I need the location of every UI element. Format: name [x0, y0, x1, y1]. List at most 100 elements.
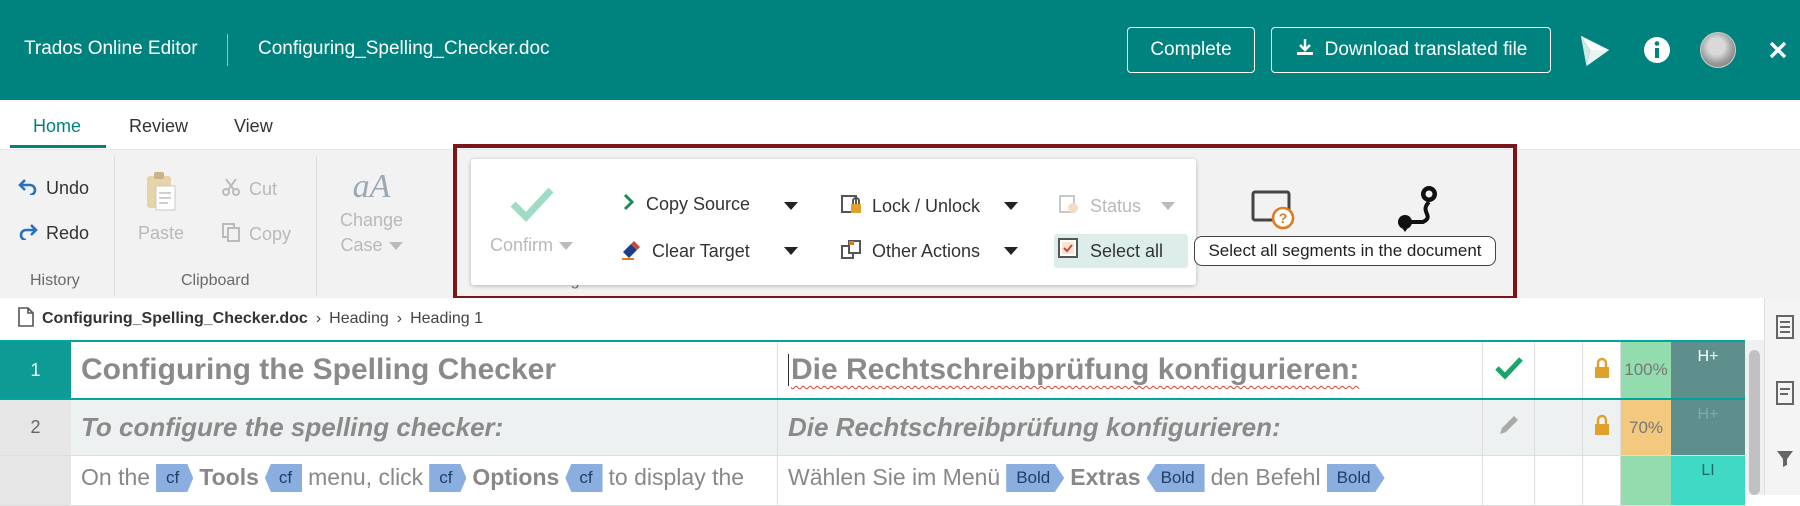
breadcrumb-level1[interactable]: Heading: [329, 310, 389, 328]
select-all-tooltip: Select all segments in the document: [1194, 236, 1496, 266]
copy-button[interactable]: Copy: [221, 222, 291, 247]
chevron-right-icon: ›: [315, 310, 322, 327]
tag-close[interactable]: cf: [565, 464, 603, 492]
lock-document-icon: [840, 193, 862, 220]
tag-open[interactable]: Bold: [1326, 464, 1385, 492]
confirm-button[interactable]: Confirm: [490, 186, 574, 256]
select-all-icon: [1058, 238, 1080, 265]
breadcrumb-document[interactable]: Configuring_Spelling_Checker.doc: [42, 310, 308, 328]
download-translated-file-button[interactable]: Download translated file: [1271, 27, 1551, 73]
chevron-down-icon: [388, 241, 403, 250]
tag-open[interactable]: Bold: [1006, 464, 1065, 492]
select-all-button[interactable]: Select all: [1058, 238, 1163, 265]
scissors-icon: [221, 177, 241, 202]
select-all-label: Select all: [1090, 241, 1164, 261]
lock-icon: [1593, 414, 1611, 441]
breadcrumb-level2[interactable]: Heading 1: [410, 310, 483, 328]
change-case-label-line1: Change: [340, 210, 404, 230]
table-row[interactable]: 2 To configure the spelling checker: Die…: [0, 400, 1745, 456]
close-icon[interactable]: [1760, 32, 1796, 68]
user-avatar[interactable]: [1700, 32, 1736, 68]
copy-source-button[interactable]: Copy Source: [622, 193, 750, 216]
status-button[interactable]: Status: [1058, 193, 1141, 220]
tag-close[interactable]: cf: [264, 464, 303, 492]
chevron-right-icon: ›: [396, 310, 403, 327]
info-icon[interactable]: [1639, 32, 1675, 68]
lock-unlock-button[interactable]: Lock / Unlock: [840, 193, 980, 220]
other-actions-button[interactable]: Other Actions: [840, 238, 980, 265]
document-list-icon[interactable]: [1775, 314, 1795, 345]
origin-badge: H+: [1671, 342, 1745, 398]
other-actions-dropdown-icon[interactable]: [1004, 247, 1018, 255]
origin-badge: H+: [1671, 400, 1745, 455]
pencil-icon: [1497, 413, 1521, 442]
history-group-label: History: [30, 272, 80, 289]
segment-grid: 1 Configuring the Spelling Checker Die R…: [0, 340, 1764, 506]
filter-icon[interactable]: [1775, 448, 1795, 473]
table-row[interactable]: 1 Configuring the Spelling Checker Die R…: [0, 340, 1745, 400]
undo-icon: [18, 177, 38, 200]
target-cell[interactable]: Die Rechtschreibprüfung konfigurieren:: [778, 400, 1483, 455]
status-icon: [1058, 193, 1080, 220]
segment-number: 2: [0, 400, 71, 455]
redo-icon: [18, 222, 38, 245]
source-text: Tools: [199, 464, 259, 490]
checkmark-icon: [510, 186, 554, 227]
clear-target-dropdown-icon[interactable]: [784, 247, 798, 255]
complete-button[interactable]: Complete: [1127, 27, 1255, 73]
tab-home[interactable]: Home: [33, 116, 81, 137]
lock-cell: [1583, 342, 1621, 398]
active-tab-indicator: [10, 145, 106, 148]
source-text: Options: [472, 464, 560, 490]
chevron-down-icon: [559, 241, 574, 250]
app-title: Trados Online Editor: [24, 38, 198, 59]
segment-number: [0, 456, 71, 505]
cut-button[interactable]: Cut: [221, 177, 277, 202]
download-icon: [1295, 37, 1315, 63]
empty-cell: [1535, 400, 1583, 455]
lock-icon: [1593, 357, 1611, 384]
copy-label: Copy: [249, 224, 292, 244]
document-icon: [18, 306, 34, 332]
tab-view[interactable]: View: [234, 116, 273, 137]
copy-source-dropdown-icon[interactable]: [784, 202, 798, 210]
paste-button[interactable]: Paste: [138, 170, 184, 244]
target-cell[interactable]: Wählen Sie im Menü Bold Extras Bold den …: [778, 456, 1483, 505]
ribbon-separator: [316, 156, 317, 296]
document-name: Configuring_Spelling_Checker.doc: [258, 38, 550, 59]
status-label: Status: [1090, 196, 1142, 216]
trados-logo-icon[interactable]: [1577, 32, 1613, 68]
source-cell: To configure the spelling checker:: [71, 400, 778, 455]
origin-badge: LI: [1671, 456, 1745, 505]
vertical-scrollbar[interactable]: [1745, 340, 1764, 495]
tag-open[interactable]: cf: [156, 464, 194, 492]
target-cell[interactable]: Die Rechtschreibprüfung konfigurieren:: [778, 342, 1483, 398]
chevron-right-icon: [622, 193, 636, 216]
clear-target-button[interactable]: Clear Target: [620, 238, 750, 265]
table-row[interactable]: On the cf Tools cf menu, click cf Option…: [0, 456, 1745, 506]
source-text: menu, click: [308, 464, 424, 490]
match-percentage: 100%: [1621, 342, 1671, 398]
lock-unlock-dropdown-icon[interactable]: [1004, 202, 1018, 210]
scrollbar-thumb[interactable]: [1749, 350, 1760, 495]
change-case-button[interactable]: aA Change Case: [340, 168, 403, 256]
lock-unlock-label: Lock / Unlock: [872, 196, 981, 216]
source-cell: On the cf Tools cf menu, click cf Option…: [71, 456, 778, 505]
breadcrumb: Configuring_Spelling_Checker.doc › Headi…: [0, 298, 1764, 340]
eraser-icon: [620, 238, 642, 265]
status-cell: [1483, 400, 1535, 455]
match-percentage: 70%: [1621, 400, 1671, 455]
tag-open[interactable]: cf: [429, 464, 467, 492]
source-text: to display the: [608, 464, 745, 490]
confirm-label: Confirm: [490, 235, 554, 255]
tag-close[interactable]: Bold: [1146, 464, 1205, 492]
tab-review[interactable]: Review: [129, 116, 188, 137]
redo-button[interactable]: Redo: [18, 222, 89, 245]
empty-cell: [1535, 456, 1583, 505]
undo-button[interactable]: Undo: [18, 177, 89, 200]
status-dropdown-icon[interactable]: [1161, 202, 1175, 210]
side-panel-toolbar: [1764, 298, 1800, 495]
comments-icon[interactable]: [1775, 380, 1795, 411]
ribbon-tabs: Home Review View: [0, 100, 1800, 150]
target-text: Extras: [1070, 464, 1141, 490]
